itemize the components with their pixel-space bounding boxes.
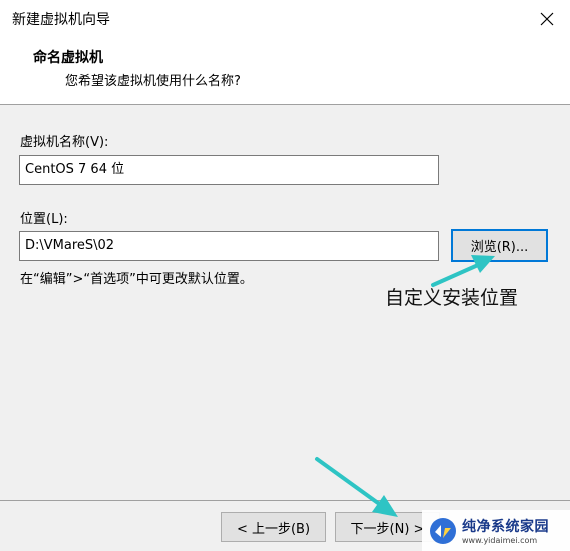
vm-name-label: 虚拟机名称(V): (20, 135, 109, 150)
page-subtitle: 您希望该虚拟机使用什么名称? (65, 74, 241, 89)
back-button[interactable]: < 上一步(B) (221, 512, 326, 542)
vm-name-input[interactable]: CentOS 7 64 位 (19, 155, 439, 185)
annotation-text: 自定义安装位置 (385, 287, 519, 309)
page-title: 命名虚拟机 (33, 50, 103, 66)
watermark-logo-icon (430, 517, 456, 544)
watermark-title: 纯净系统家园 (462, 519, 549, 535)
location-hint: 在“编辑”>“首选项”中可更改默认位置。 (20, 272, 253, 287)
next-arrow (315, 457, 398, 517)
footer-divider (0, 500, 570, 501)
close-icon (540, 12, 554, 26)
browse-button[interactable]: 浏览(R)... (451, 229, 548, 262)
watermark: 纯净系统家园 www.yidaimei.com (422, 510, 570, 551)
location-label: 位置(L): (20, 212, 68, 227)
location-input[interactable]: D:\VMareS\02 (19, 231, 439, 261)
title-bar: 新建虚拟机向导 (0, 0, 570, 37)
close-button[interactable] (534, 6, 560, 32)
window-title: 新建虚拟机向导 (12, 12, 110, 28)
wizard-header: 命名虚拟机 您希望该虚拟机使用什么名称? (0, 37, 570, 105)
watermark-url: www.yidaimei.com (462, 536, 538, 545)
